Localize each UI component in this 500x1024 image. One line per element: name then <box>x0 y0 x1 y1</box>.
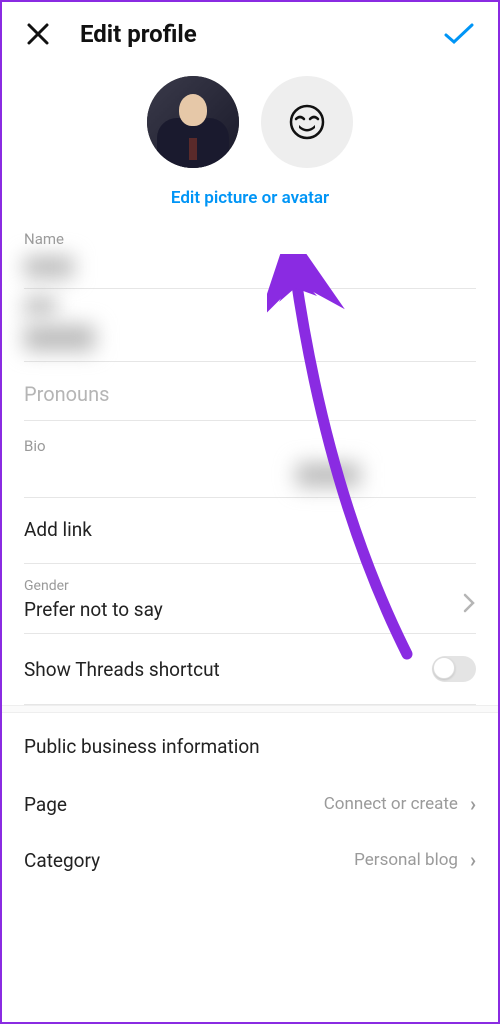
threads-shortcut-row: Show Threads shortcut <box>24 634 476 705</box>
header-bar: Edit profile <box>2 2 498 58</box>
username-field[interactable] <box>24 325 476 362</box>
threads-label: Show Threads shortcut <box>24 658 220 681</box>
edit-picture-link[interactable]: Edit picture or avatar <box>2 188 498 208</box>
page-label: Page <box>24 793 67 816</box>
category-value: Personal blog <box>354 850 458 870</box>
page-value: Connect or create <box>324 794 458 814</box>
category-row[interactable]: Category Personal blog › <box>24 832 476 888</box>
avatar-row <box>2 76 498 168</box>
chevron-right-icon <box>462 592 476 620</box>
username-label-blurred <box>24 297 476 317</box>
name-field[interactable] <box>24 256 476 289</box>
profile-picture[interactable] <box>147 76 239 168</box>
close-icon[interactable] <box>24 20 52 48</box>
confirm-icon[interactable] <box>442 20 476 48</box>
bio-field[interactable] <box>24 455 476 498</box>
page-row[interactable]: Page Connect or create › <box>24 776 476 832</box>
threads-toggle[interactable] <box>432 656 476 682</box>
chevron-right-icon: › <box>470 792 476 816</box>
add-link-row[interactable]: Add link <box>24 498 476 564</box>
business-section-header: Public business information <box>24 713 476 776</box>
name-label: Name <box>24 230 476 248</box>
page-title: Edit profile <box>80 20 442 48</box>
bio-label: Bio <box>24 437 476 455</box>
pronouns-field[interactable]: Pronouns <box>24 368 476 421</box>
chevron-right-icon: › <box>470 848 476 872</box>
category-value-wrapper: Personal blog › <box>354 848 476 872</box>
avatar-placeholder[interactable] <box>261 76 353 168</box>
gender-value: Prefer not to say <box>24 598 476 621</box>
gender-label: Gender <box>24 578 476 594</box>
avatar-face-icon <box>288 103 326 141</box>
section-divider <box>2 705 498 713</box>
gender-row[interactable]: Gender Prefer not to say <box>24 578 476 634</box>
category-label: Category <box>24 849 100 872</box>
page-value-wrapper: Connect or create › <box>324 792 476 816</box>
